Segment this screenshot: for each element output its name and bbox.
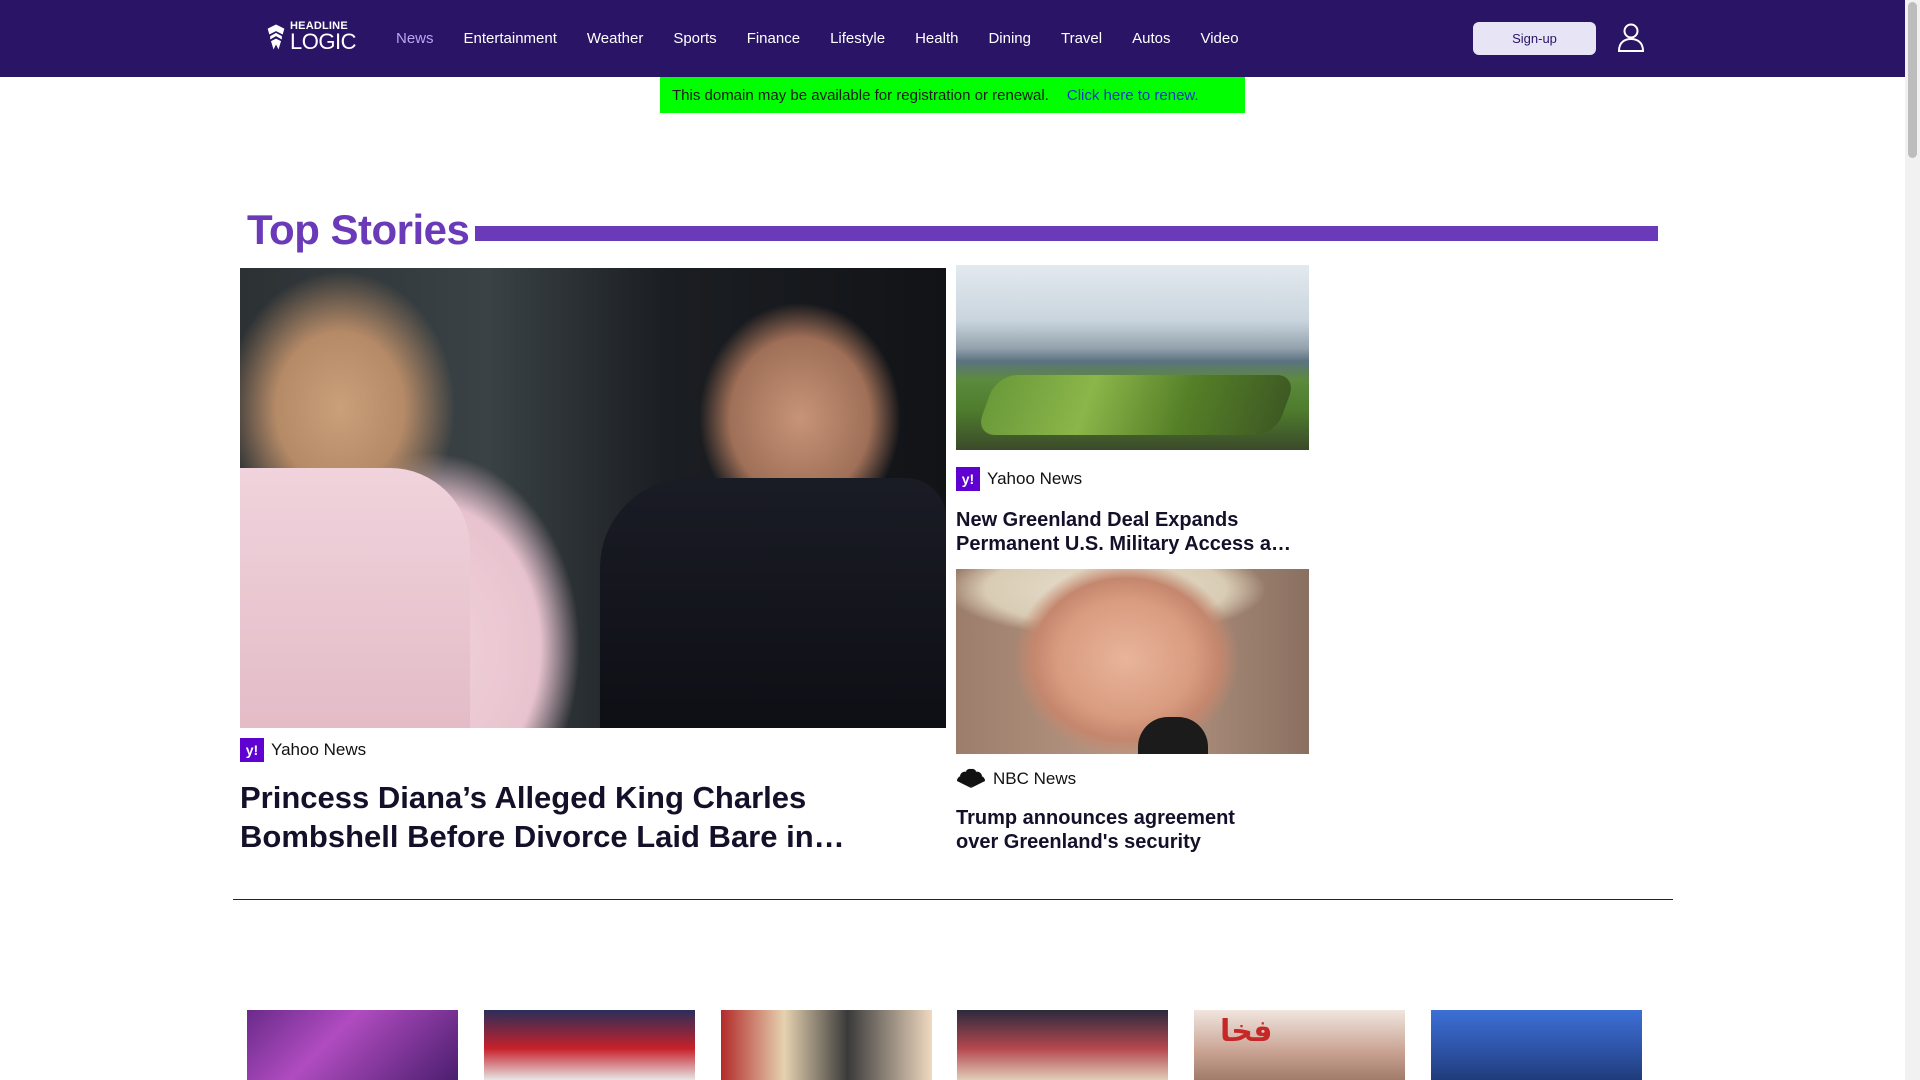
nav-news[interactable]: News — [396, 30, 434, 47]
nav-video[interactable]: Video — [1200, 30, 1238, 47]
side-story-2-headline[interactable]: Trump announces agreement over Greenland… — [956, 806, 1276, 856]
thumbnail-story-1[interactable] — [247, 1010, 458, 1080]
section-title: Top Stories — [247, 206, 470, 253]
logo-text: HEADLINE LOGIC — [290, 21, 356, 53]
yahoo-logo-icon: y! — [240, 738, 264, 762]
hero-image-figure-left — [240, 468, 470, 728]
user-icon[interactable] — [1617, 22, 1645, 52]
hero-source-name: Yahoo News — [271, 740, 367, 759]
scrollbar-thumb[interactable] — [1908, 2, 1917, 158]
side-story-2-image[interactable] — [956, 569, 1309, 754]
hero-story-headline[interactable]: Princess Diana’s Alleged King Charles Bo… — [240, 778, 870, 858]
nav-weather[interactable]: Weather — [587, 30, 643, 47]
nav-entertainment[interactable]: Entertainment — [464, 30, 557, 47]
main-nav: News Entertainment Weather Sports Financ… — [396, 0, 1269, 77]
side-story-1-image[interactable] — [956, 265, 1309, 450]
side-story-1-headline[interactable]: New Greenland Deal Expands Permanent U.S… — [956, 508, 1296, 558]
domain-renewal-banner: This domain may be available for registr… — [660, 77, 1245, 113]
nav-lifestyle[interactable]: Lifestyle — [830, 30, 885, 47]
nav-health[interactable]: Health — [915, 30, 958, 47]
nav-finance[interactable]: Finance — [747, 30, 800, 47]
scrollbar-track[interactable] — [1905, 0, 1920, 1080]
nbc-peacock-icon — [956, 768, 986, 788]
thumbnail-story-3[interactable] — [721, 1010, 932, 1080]
section-divider — [233, 899, 1673, 900]
hero-image-figure-right — [600, 478, 946, 728]
side-story-1-source: y! Yahoo News — [956, 467, 1082, 491]
yahoo-logo-icon: y! — [956, 467, 980, 491]
side-story-2-source: NBC News — [956, 768, 1076, 790]
signup-button[interactable]: Sign-up — [1473, 22, 1596, 55]
logo-icon — [267, 24, 285, 50]
nav-sports[interactable]: Sports — [673, 30, 716, 47]
nav-autos[interactable]: Autos — [1132, 30, 1170, 47]
side-story-1-source-name: Yahoo News — [987, 469, 1083, 488]
top-navigation-bar: HEADLINE LOGIC News Entertainment Weathe… — [0, 0, 1905, 77]
side-story-2-source-name: NBC News — [993, 769, 1077, 788]
hero-story-image[interactable] — [240, 268, 946, 728]
banner-message: This domain may be available for registr… — [672, 86, 1049, 104]
microphone-shape — [1138, 717, 1208, 754]
logo-big-text: LOGIC — [290, 29, 356, 54]
thumbnail-story-6[interactable] — [1431, 1010, 1642, 1080]
thumbnail-story-4[interactable] — [957, 1010, 1168, 1080]
thumbnail-story-5[interactable]: فخا — [1194, 1010, 1405, 1080]
renew-link[interactable]: Click here to renew. — [1067, 87, 1199, 104]
hero-story-source: y! Yahoo News — [240, 738, 366, 762]
headline-logic-logo[interactable]: HEADLINE LOGIC — [266, 18, 356, 56]
nav-dining[interactable]: Dining — [988, 30, 1031, 47]
coast-image-rocks — [975, 375, 1297, 435]
thumbnail-story-2[interactable] — [484, 1010, 695, 1080]
thumbnail-5-sign-text: فخا — [1220, 1014, 1273, 1049]
section-title-rule — [475, 226, 1658, 241]
nav-travel[interactable]: Travel — [1061, 30, 1102, 47]
